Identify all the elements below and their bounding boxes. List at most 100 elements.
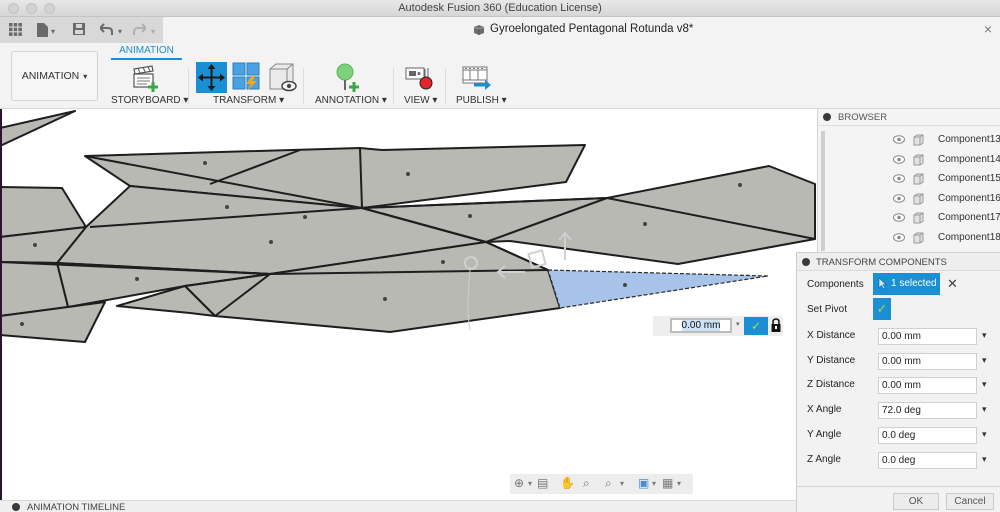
input-caret[interactable]: ▾: [736, 320, 740, 328]
component-name: Component16...: [938, 192, 1000, 204]
confirm-button[interactable]: ✓: [744, 317, 768, 335]
distance-input[interactable]: 0.00 mm: [670, 318, 732, 333]
dialog-title: TRANSFORM COMPONENTS: [816, 257, 947, 268]
component-icon: [913, 134, 924, 146]
storyboard-menu[interactable]: STORYBOARD ▾: [111, 95, 188, 106]
move-arrows-icon: [198, 64, 225, 91]
look-at-icon[interactable]: ▤: [537, 476, 548, 490]
save-icon[interactable]: [73, 23, 85, 39]
grid-settings-icon[interactable]: ▦: [662, 476, 673, 490]
components-selection-button[interactable]: 1 selected: [873, 273, 940, 295]
field-input[interactable]: 0.0 deg: [878, 426, 977, 444]
canvas-viewport[interactable]: [0, 109, 817, 500]
component-name: Component13...: [938, 134, 1000, 145]
component-icon: [913, 212, 924, 224]
component-name: Component14...: [938, 153, 1000, 165]
undo-icon[interactable]: [100, 23, 113, 39]
fusion-window: Autodesk Fusion 360 (Education License) …: [0, 0, 1000, 512]
set-pivot-toggle[interactable]: ✓: [873, 298, 891, 320]
component-cube-icon: [473, 25, 485, 35]
component-name: Component17...: [938, 212, 1000, 223]
publish-menu[interactable]: PUBLISH ▾: [456, 95, 507, 106]
field-input[interactable]: 0.00 mm: [878, 328, 977, 345]
field-dropdown-caret[interactable]: ▾: [982, 429, 987, 440]
undo-caret[interactable]: ▾: [118, 24, 122, 40]
workspace-switcher[interactable]: ANIMATION ▾: [11, 51, 98, 101]
zoom-icon[interactable]: ⌕: [583, 476, 590, 491]
component-name: Component15...: [938, 173, 1000, 184]
redo-icon[interactable]: [133, 23, 146, 39]
browser-panel: BROWSER Component13... Component14... Comp…: [817, 109, 1000, 252]
transform-menu[interactable]: TRANSFORM ▾: [213, 95, 284, 106]
apps-grid-icon[interactable]: [9, 23, 22, 39]
visibility-eye-icon[interactable]: [893, 135, 905, 144]
display-settings-icon[interactable]: ▣: [638, 476, 649, 490]
pan-icon[interactable]: ✋: [560, 476, 575, 490]
browser-component-row[interactable]: Component18...: [818, 229, 1000, 248]
auto-explode-icon[interactable]: [232, 62, 262, 92]
visibility-eye-icon[interactable]: [893, 174, 905, 183]
field-input[interactable]: 0.0 deg: [878, 451, 977, 469]
orbit-caret[interactable]: ▾: [528, 479, 532, 488]
view-menu[interactable]: VIEW ▾: [404, 95, 437, 106]
annotation-menu[interactable]: ANNOTATION ▾: [315, 95, 387, 106]
field-label: Y Angle: [807, 428, 842, 440]
model-scene[interactable]: [0, 109, 817, 500]
orbit-icon[interactable]: ⊕: [514, 476, 524, 490]
toolbar: ANIMATION ▾ ANIMATION STORYBOARD ▾ TRANS…: [0, 43, 1000, 109]
field-dropdown-caret[interactable]: ▾: [982, 330, 987, 341]
window-edge: [0, 109, 2, 512]
file-menu-caret[interactable]: ▾: [51, 24, 55, 40]
browser-component-row[interactable]: Component13...: [818, 131, 1000, 150]
close-document-button[interactable]: ×: [984, 21, 992, 37]
field-dropdown-caret[interactable]: ▾: [982, 379, 987, 390]
document-tab[interactable]: Gyroelongated Pentagonal Rotunda v8* ×: [163, 17, 1000, 43]
file-icon[interactable]: [37, 23, 48, 39]
create-callout-icon[interactable]: [333, 63, 361, 93]
browser-title: BROWSER: [838, 112, 888, 123]
tab-animation[interactable]: ANIMATION: [111, 45, 182, 56]
lock-icon[interactable]: [771, 318, 781, 332]
ok-button[interactable]: OK: [893, 493, 939, 510]
field-dropdown-caret[interactable]: ▾: [982, 355, 987, 366]
toggle-visibility-icon[interactable]: [267, 62, 297, 93]
field-input[interactable]: 72.0 deg: [878, 402, 977, 420]
field-dropdown-caret[interactable]: ▾: [982, 404, 987, 415]
clear-selection-button[interactable]: ✕: [947, 276, 958, 292]
publish-video-icon[interactable]: [462, 65, 492, 91]
collapse-timeline-button[interactable]: [12, 503, 20, 511]
grid-caret[interactable]: ▾: [677, 479, 681, 488]
browser-component-row[interactable]: Component15...: [818, 170, 1000, 189]
new-storyboard-icon[interactable]: [133, 65, 159, 92]
field-input[interactable]: 0.00 mm: [878, 352, 977, 370]
collapse-browser-button[interactable]: [823, 113, 831, 121]
separator: [393, 68, 394, 104]
timeline-title: ANIMATION TIMELINE: [27, 502, 126, 512]
field-dropdown-caret[interactable]: ▾: [982, 454, 987, 465]
display-caret[interactable]: ▾: [652, 479, 656, 488]
field-label: X Angle: [807, 404, 842, 416]
visibility-eye-icon[interactable]: [893, 232, 905, 242]
transform-components-button[interactable]: [196, 62, 227, 93]
visibility-eye-icon[interactable]: [893, 193, 905, 203]
zoom-caret[interactable]: ▾: [620, 479, 624, 488]
browser-component-row[interactable]: Component17...: [818, 209, 1000, 228]
browser-component-row[interactable]: Component14...: [818, 151, 1000, 170]
collapse-dialog-button[interactable]: [802, 258, 810, 266]
face: [0, 110, 76, 147]
visibility-eye-icon[interactable]: [893, 154, 905, 164]
field-input[interactable]: 0.00 mm: [878, 377, 977, 395]
fit-icon[interactable]: ⌕: [605, 476, 612, 491]
field-label: X Distance: [807, 330, 856, 341]
redo-caret[interactable]: ▾: [151, 24, 155, 40]
browser-header: BROWSER: [818, 109, 1000, 126]
browser-component-row[interactable]: Component16...: [818, 190, 1000, 209]
field-label: Z Angle: [807, 453, 841, 465]
document-title: Gyroelongated Pentagonal Rotunda v8*: [490, 23, 694, 35]
component-icon: [913, 232, 924, 243]
chevron-down-icon: ▾: [83, 71, 88, 81]
record-view-icon[interactable]: [405, 65, 433, 91]
cancel-button[interactable]: Cancel: [946, 493, 994, 510]
dialog-footer: OK Cancel: [797, 486, 1000, 512]
visibility-eye-icon[interactable]: [893, 213, 905, 222]
